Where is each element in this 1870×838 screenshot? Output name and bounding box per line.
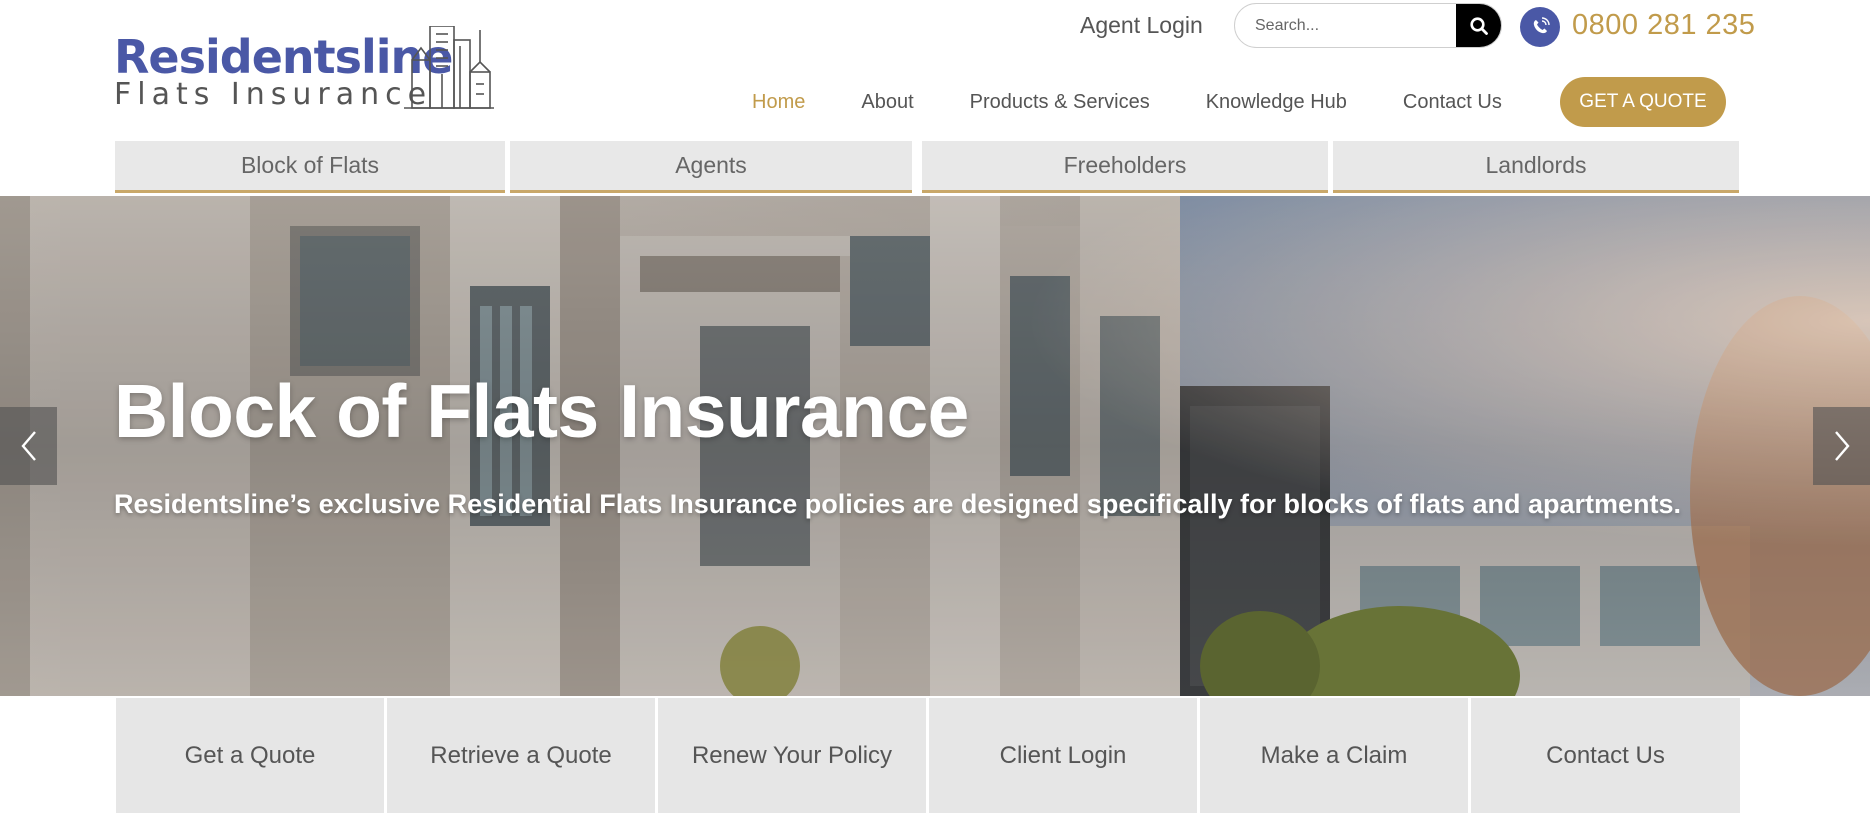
tile-get-a-quote[interactable]: Get a Quote: [116, 698, 384, 813]
main-nav: Home About Products & Services Knowledge…: [752, 77, 1558, 127]
search-box: [1234, 3, 1502, 48]
tab-freeholders[interactable]: Freeholders: [922, 141, 1328, 193]
search-input[interactable]: [1235, 4, 1459, 47]
hero-title: Block of Flats Insurance: [114, 369, 969, 453]
get-a-quote-button[interactable]: GET A QUOTE: [1560, 77, 1726, 127]
search-icon: [1469, 16, 1488, 35]
tab-agents[interactable]: Agents: [510, 141, 912, 193]
chevron-right-icon: [1834, 431, 1850, 461]
logo-tagline: Flats Insurance: [114, 77, 433, 112]
tile-renew-your-policy[interactable]: Renew Your Policy: [658, 698, 926, 813]
slider-prev-button[interactable]: [0, 407, 57, 485]
site-header: Residentsline Flats Insurance Agent Logi…: [0, 0, 1870, 140]
hero-subtitle: Residentsline’s exclusive Residential Fl…: [114, 489, 1682, 519]
hero-slider: Block of Flats Insurance Residentsline’s…: [0, 196, 1870, 696]
tab-block-of-flats[interactable]: Block of Flats: [115, 141, 505, 193]
agent-login-link[interactable]: Agent Login: [1080, 12, 1203, 39]
nav-item-contact-us[interactable]: Contact Us: [1403, 91, 1502, 114]
building-logo-icon: [404, 26, 494, 109]
slider-next-button[interactable]: [1813, 407, 1870, 485]
phone-number[interactable]: 0800 281 235: [1572, 9, 1755, 42]
logo-wordmark: Residentsline: [114, 30, 453, 84]
phone-icon[interactable]: [1520, 7, 1560, 47]
site-logo[interactable]: Residentsline Flats Insurance: [114, 26, 494, 112]
tile-contact-us[interactable]: Contact Us: [1471, 698, 1740, 813]
nav-item-home[interactable]: Home: [752, 91, 805, 114]
phone-handset-glyph: [1533, 17, 1550, 34]
tile-retrieve-a-quote[interactable]: Retrieve a Quote: [387, 698, 655, 813]
search-button[interactable]: [1456, 4, 1501, 47]
nav-item-knowledge-hub[interactable]: Knowledge Hub: [1206, 91, 1347, 114]
nav-item-products-services[interactable]: Products & Services: [970, 91, 1150, 114]
tile-make-a-claim[interactable]: Make a Claim: [1200, 698, 1468, 813]
nav-item-about[interactable]: About: [861, 91, 913, 114]
chevron-left-icon: [20, 431, 36, 461]
tile-client-login[interactable]: Client Login: [929, 698, 1197, 813]
quick-action-tiles: Get a Quote Retrieve a Quote Renew Your …: [116, 698, 1740, 813]
tab-landlords[interactable]: Landlords: [1333, 141, 1739, 193]
